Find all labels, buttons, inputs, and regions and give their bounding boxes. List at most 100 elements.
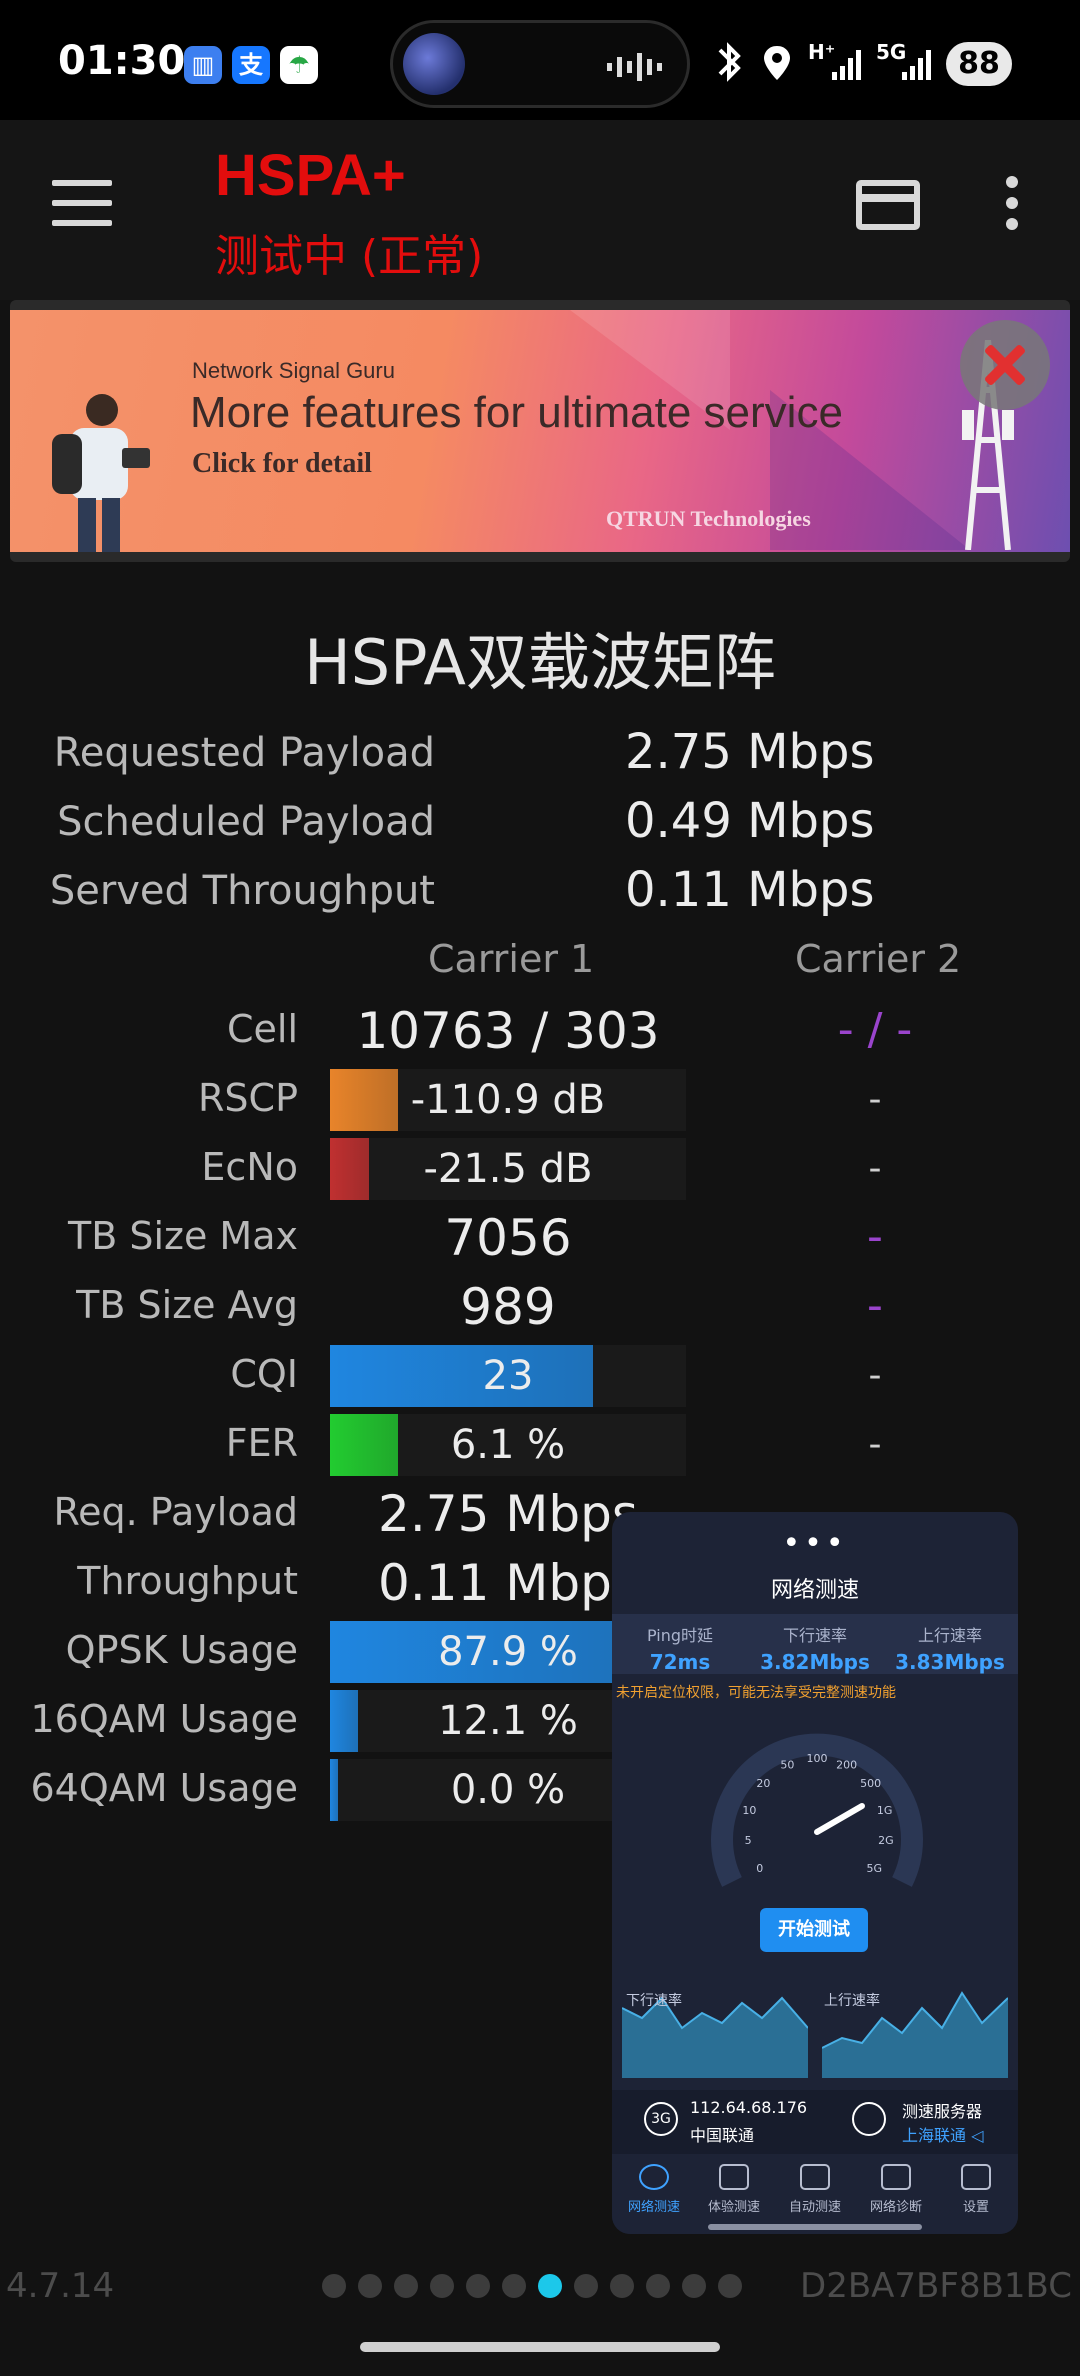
speed-test-floating-window[interactable]: ••• 网络测速 Ping时延 72ms 下行速率 3.82Mbps 上行速率 … bbox=[612, 1512, 1018, 2234]
carrier-1-value: 989 bbox=[460, 1278, 556, 1336]
page-dot[interactable] bbox=[502, 2274, 526, 2298]
person-illustration bbox=[52, 394, 150, 552]
ad-company: QTRUN Technologies bbox=[606, 506, 811, 531]
nav-speed-test[interactable]: 网络测速 bbox=[614, 2160, 694, 2215]
app-bar: HSPA+ 测试中 (正常) bbox=[0, 120, 1080, 300]
carrier-1-cell: 10763 / 303 bbox=[330, 1000, 686, 1062]
page-subtitle: 测试中 (正常) bbox=[215, 231, 484, 282]
speedometer-icon bbox=[639, 2164, 669, 2190]
network-info: 3G 112.64.68.176 中国联通 测速服务器 上海联通 ◁ bbox=[612, 2090, 1018, 2154]
nav-label: 设置 bbox=[962, 2200, 989, 2215]
nav-experience-test[interactable]: 体验测速 bbox=[694, 2160, 774, 2215]
page-dot[interactable] bbox=[466, 2274, 490, 2298]
alipay-icon: 支 bbox=[232, 46, 270, 84]
dynamic-island[interactable] bbox=[390, 20, 690, 108]
music-cover-icon bbox=[403, 33, 465, 95]
start-test-button[interactable]: 开始测试 bbox=[760, 1908, 868, 1952]
carrier-2-value: - bbox=[867, 1280, 883, 1331]
device-id: D2BA7BF8B1BC bbox=[800, 2266, 1072, 2306]
umbrella-app-icon: ☂ bbox=[280, 46, 318, 84]
speed-test-nav: 网络测速 体验测速 自动测速 网络诊断 设置 bbox=[612, 2154, 1018, 2234]
page-title: HSPA+ bbox=[215, 143, 406, 208]
audio-wave-icon bbox=[607, 53, 662, 81]
carrier-1-cell: 989 bbox=[330, 1276, 686, 1338]
upload-value: 3.83Mbps bbox=[895, 1650, 1005, 1674]
page-dot[interactable] bbox=[718, 2274, 742, 2298]
nav-settings[interactable]: 设置 bbox=[936, 2160, 1016, 2215]
gauge-tick-label: 200 bbox=[836, 1759, 857, 1772]
carrier-1-value: -110.9 dB bbox=[410, 1077, 606, 1123]
row-label: TB Size Avg bbox=[76, 1283, 298, 1327]
row-label: Throughput bbox=[77, 1559, 298, 1603]
app-version: 4.7.14 bbox=[6, 2266, 115, 2306]
row-label: Cell bbox=[226, 1007, 298, 1051]
nav-auto-test[interactable]: 自动测速 bbox=[775, 2160, 855, 2215]
row-label: 64QAM Usage bbox=[30, 1766, 298, 1810]
carrier-1-cell: 7056 bbox=[330, 1207, 686, 1269]
speedometer-gauge: 0 5 10 20 50 100 200500 1G 2G 5G bbox=[711, 1733, 923, 1887]
carrier-2-value: - / - bbox=[837, 1004, 913, 1055]
carrier-1-value: -21.5 dB bbox=[423, 1146, 593, 1192]
page-dot[interactable] bbox=[430, 2274, 454, 2298]
window-handle-icon[interactable]: ••• bbox=[612, 1526, 1018, 1561]
page-dot[interactable] bbox=[358, 2274, 382, 2298]
summary-value: 0.49 Mbps bbox=[625, 793, 875, 849]
ip-address: 112.64.68.176 bbox=[690, 2098, 808, 2117]
ping-value: 72ms bbox=[649, 1650, 711, 1674]
carrier-1-header: Carrier 1 bbox=[428, 937, 595, 981]
carrier-1-value: 23 bbox=[482, 1353, 534, 1399]
page-dot[interactable] bbox=[682, 2274, 706, 2298]
nav-label: 体验测速 bbox=[707, 2200, 760, 2215]
nav-label: 网络测速 bbox=[627, 2200, 680, 2215]
row-label: EcNo bbox=[201, 1145, 298, 1189]
page-dot[interactable] bbox=[574, 2274, 598, 2298]
more-options-icon[interactable] bbox=[1000, 176, 1024, 236]
page-dot[interactable] bbox=[322, 2274, 346, 2298]
carrier-2-value: - bbox=[868, 1424, 882, 1465]
row-label: Req. Payload bbox=[53, 1490, 298, 1534]
ping-stat: Ping时延 72ms bbox=[620, 1622, 740, 1674]
monitor-icon bbox=[881, 2164, 911, 2190]
row-label: TB Size Max bbox=[67, 1214, 298, 1258]
page-dot[interactable] bbox=[394, 2274, 418, 2298]
ad-banner[interactable]: Network Signal Guru More features for ul… bbox=[10, 300, 1070, 562]
row-label: CQI bbox=[230, 1352, 298, 1396]
ping-label: Ping时延 bbox=[646, 1626, 714, 1645]
page-dot[interactable] bbox=[538, 2274, 562, 2298]
speed-test-title: 网络测速 bbox=[770, 1578, 859, 1603]
gauge-tick-label: 0 bbox=[756, 1862, 763, 1875]
page-dot[interactable] bbox=[646, 2274, 670, 2298]
summary-label: Requested Payload bbox=[53, 730, 435, 776]
row-label: RSCP bbox=[198, 1076, 298, 1120]
gauge-tick-label: 100 bbox=[807, 1752, 828, 1765]
upload-label: 上行速率 bbox=[917, 1626, 982, 1645]
ad-headline: More features for ultimate service bbox=[190, 388, 843, 437]
download-label: 下行速率 bbox=[782, 1626, 847, 1645]
server-label: 测速服务器 bbox=[902, 2102, 983, 2121]
row-label: FER bbox=[225, 1421, 298, 1465]
summary-value: 2.75 Mbps bbox=[625, 724, 875, 780]
summary-label: Served Throughput bbox=[49, 868, 435, 914]
gauge-tick-label: 5G bbox=[867, 1862, 883, 1875]
matrix-title: HSPA双载波矩阵 bbox=[304, 626, 776, 699]
carrier-1-cell: -110.9 dB bbox=[330, 1069, 686, 1131]
carrier-1-value: 6.1 % bbox=[450, 1422, 566, 1468]
card-icon[interactable] bbox=[856, 180, 920, 230]
download-graph-label: 下行速率 bbox=[626, 1993, 682, 2009]
carrier-1-value: 7056 bbox=[444, 1209, 572, 1267]
nav-diagnosis[interactable]: 网络诊断 bbox=[856, 2160, 936, 2215]
menu-icon[interactable] bbox=[52, 180, 112, 226]
upload-stat: 上行速率 3.83Mbps bbox=[890, 1622, 1010, 1674]
window-resize-handle[interactable] bbox=[708, 2224, 922, 2230]
carrier-2-value: - bbox=[868, 1148, 882, 1189]
page-dot[interactable] bbox=[610, 2274, 634, 2298]
gesture-bar[interactable] bbox=[360, 2342, 720, 2352]
signal-bars-icon bbox=[902, 50, 931, 80]
server-value[interactable]: 上海联通 ◁ bbox=[902, 2122, 983, 2146]
code-icon bbox=[800, 2164, 830, 2190]
upload-graph-label: 上行速率 bbox=[824, 1993, 880, 2009]
ad-close-button[interactable] bbox=[960, 320, 1050, 410]
ad-cta: Click for detail bbox=[192, 448, 372, 479]
gauge-tick-label: 5 bbox=[745, 1834, 752, 1847]
hexagon-settings-icon bbox=[961, 2164, 991, 2190]
